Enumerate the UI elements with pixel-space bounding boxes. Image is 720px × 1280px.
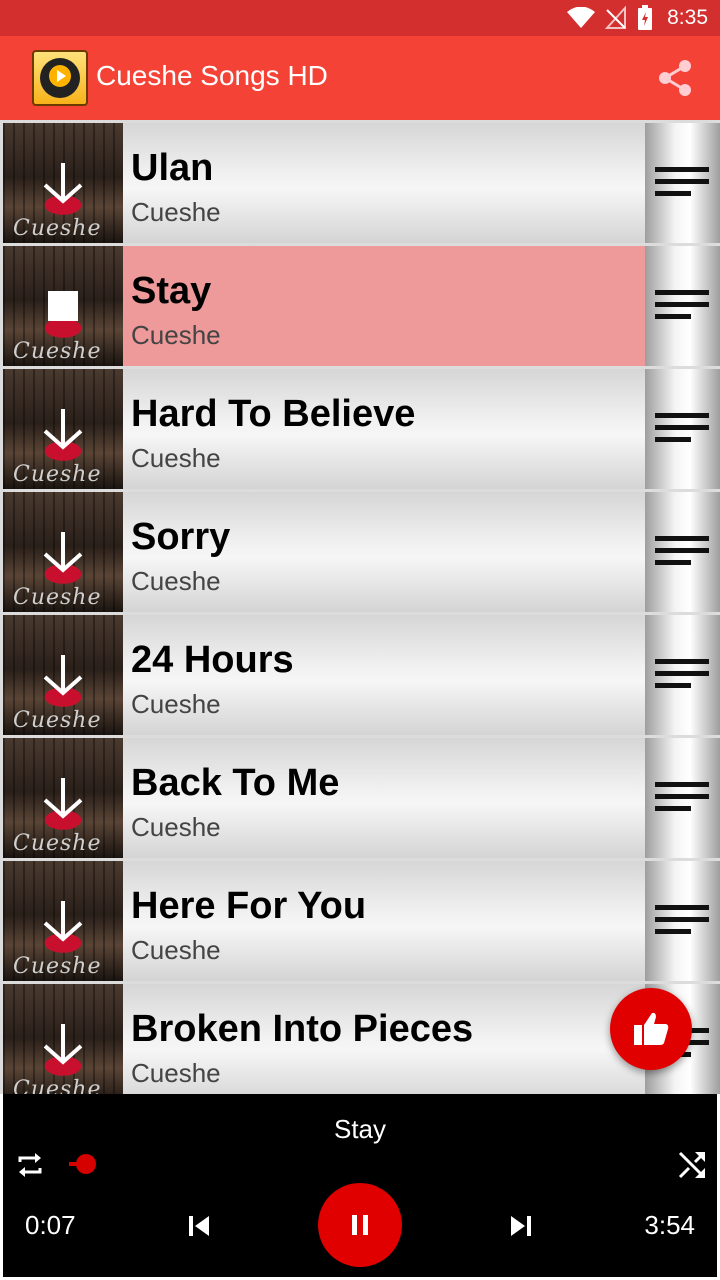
drag-handle[interactable] [645,615,720,735]
battery-icon [638,5,653,30]
drag-handle-icon [655,536,709,568]
drag-handle[interactable] [645,246,720,366]
thumbs-up-icon [634,1012,669,1045]
album-art-text: Cueshe [13,708,102,733]
shuffle-icon [678,1151,706,1179]
drag-handle-icon [655,167,709,199]
song-artist: Cueshe [131,689,221,719]
album-art-text: Cueshe [13,462,102,487]
wifi-icon [567,7,596,28]
album-art[interactable]: Cueshe [3,123,123,243]
drag-handle[interactable] [645,123,720,243]
song-title: Back To Me [131,762,340,804]
app-title: Cueshe Songs HD [96,60,328,91]
song-artist: Cueshe [131,812,221,842]
progress-knob[interactable] [76,1154,97,1174]
skip-next-icon [511,1216,531,1236]
share-icon [659,60,691,96]
song-info[interactable]: Hard To Believe Cueshe [123,369,645,489]
download-icon [43,532,83,573]
song-row[interactable]: Cueshe Here For You Cueshe [0,858,720,981]
album-art-text: Cueshe [13,216,102,241]
song-artist: Cueshe [131,566,221,596]
song-title: Stay [131,270,212,312]
album-art[interactable]: Cueshe [3,492,123,612]
next-button[interactable] [503,1208,539,1244]
now-playing-title: Stay [333,1114,387,1144]
song-info[interactable]: 24 Hours Cueshe [123,615,645,735]
shuffle-button[interactable] [675,1148,709,1182]
progress-bar[interactable] [69,1154,639,1174]
song-info[interactable]: Broken Into Pieces Cueshe [123,984,645,1094]
song-info[interactable]: Here For You Cueshe [123,861,645,981]
status-icons: 8:35 [567,0,708,36]
album-art-text: Cueshe [13,339,102,364]
drag-handle-icon [655,659,709,691]
album-art[interactable]: Cueshe [3,861,123,981]
album-art[interactable]: Cueshe [3,984,123,1094]
song-row[interactable]: Cueshe Sorry Cueshe [0,489,720,612]
album-art-text: Cueshe [13,831,102,856]
drag-handle-icon [655,413,709,445]
status-bar: 8:35 [0,0,720,36]
song-title: Sorry [131,516,231,558]
album-art[interactable]: Cueshe [3,738,123,858]
song-artist: Cueshe [131,443,221,473]
song-artist: Cueshe [131,197,221,227]
song-list[interactable]: Cueshe Ulan Cueshe Cueshe Stay Cueshe Cueshe Ha… [0,120,720,1094]
app-bar: Cueshe Songs HD [0,36,720,120]
player-bar: Stay 0:07 3:54 [3,1094,717,1277]
stop-icon [48,291,78,321]
song-info[interactable]: Sorry Cueshe [123,492,645,612]
download-icon [43,901,83,942]
time-total: 3:54 [644,1210,695,1240]
status-time: 8:35 [667,6,708,29]
song-row[interactable]: Cueshe Stay Cueshe [0,243,720,366]
drag-handle-icon [655,905,709,937]
song-artist: Cueshe [131,1058,221,1088]
skip-previous-icon [189,1216,209,1236]
song-info[interactable]: Ulan Cueshe [123,123,645,243]
song-row[interactable]: Cueshe Ulan Cueshe [0,120,720,243]
repeat-icon [18,1153,42,1177]
time-elapsed: 0:07 [25,1210,76,1240]
like-fab-button[interactable] [610,988,692,1070]
album-art-text: Cueshe [13,585,102,610]
song-title: Ulan [131,147,214,189]
song-row[interactable]: Cueshe Hard To Believe Cueshe [0,366,720,489]
song-title: Hard To Believe [131,393,416,435]
download-icon [43,655,83,696]
song-info[interactable]: Back To Me Cueshe [123,738,645,858]
song-title: 24 Hours [131,639,294,681]
pause-button[interactable] [318,1183,402,1267]
album-art[interactable]: Cueshe [3,246,123,366]
song-row[interactable]: Cueshe 24 Hours Cueshe [0,612,720,735]
song-info[interactable]: Stay Cueshe [123,246,645,366]
song-artist: Cueshe [131,935,221,965]
album-art[interactable]: Cueshe [3,615,123,735]
share-button[interactable] [650,56,700,100]
song-artist: Cueshe [131,320,221,350]
download-icon [43,778,83,819]
drag-handle[interactable] [645,369,720,489]
song-title: Broken Into Pieces [131,1008,474,1050]
drag-handle-icon [655,290,709,322]
song-title: Here For You [131,885,367,927]
drag-handle[interactable] [645,861,720,981]
pause-icon [352,1215,368,1235]
drag-handle[interactable] [645,492,720,612]
song-row[interactable]: Cueshe Back To Me Cueshe [0,735,720,858]
app-logo-icon [32,50,88,106]
download-icon [43,163,83,204]
album-art-text: Cueshe [13,954,102,979]
drag-handle[interactable] [645,738,720,858]
drag-handle-icon [655,782,709,814]
signal-off-icon [605,6,627,29]
download-icon [43,1024,83,1065]
repeat-button[interactable] [13,1148,47,1182]
album-art[interactable]: Cueshe [3,369,123,489]
album-art-text: Cueshe [13,1077,102,1094]
download-icon [43,409,83,450]
previous-button[interactable] [181,1208,217,1244]
